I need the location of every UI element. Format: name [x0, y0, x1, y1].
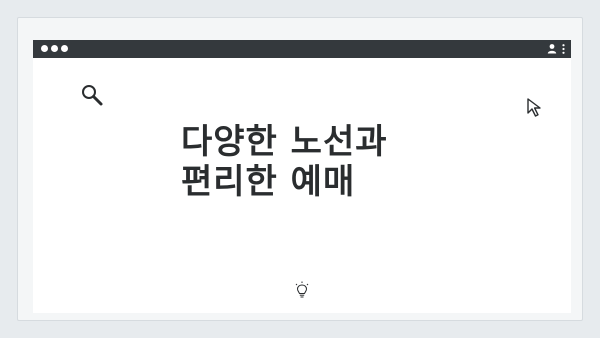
cursor-arrow-icon [527, 98, 541, 117]
headline-line-1: 다양한 노선과 [181, 122, 388, 162]
kebab-menu-icon[interactable] [562, 44, 565, 54]
window-controls [41, 45, 68, 52]
headline: 다양한 노선과 편리한 예매 [181, 122, 388, 202]
search-icon [82, 85, 103, 106]
user-icon[interactable] [547, 43, 557, 54]
window-dot-icon[interactable] [41, 45, 48, 52]
illustration-stage: 다양한 노선과 편리한 예매 [0, 0, 600, 338]
window-dot-icon[interactable] [61, 45, 68, 52]
browser-titlebar [33, 40, 571, 58]
window-dot-icon[interactable] [51, 45, 58, 52]
browser-window: 다양한 노선과 편리한 예매 [33, 40, 571, 313]
headline-line-2: 편리한 예매 [181, 162, 356, 202]
lightbulb-icon [295, 281, 309, 298]
